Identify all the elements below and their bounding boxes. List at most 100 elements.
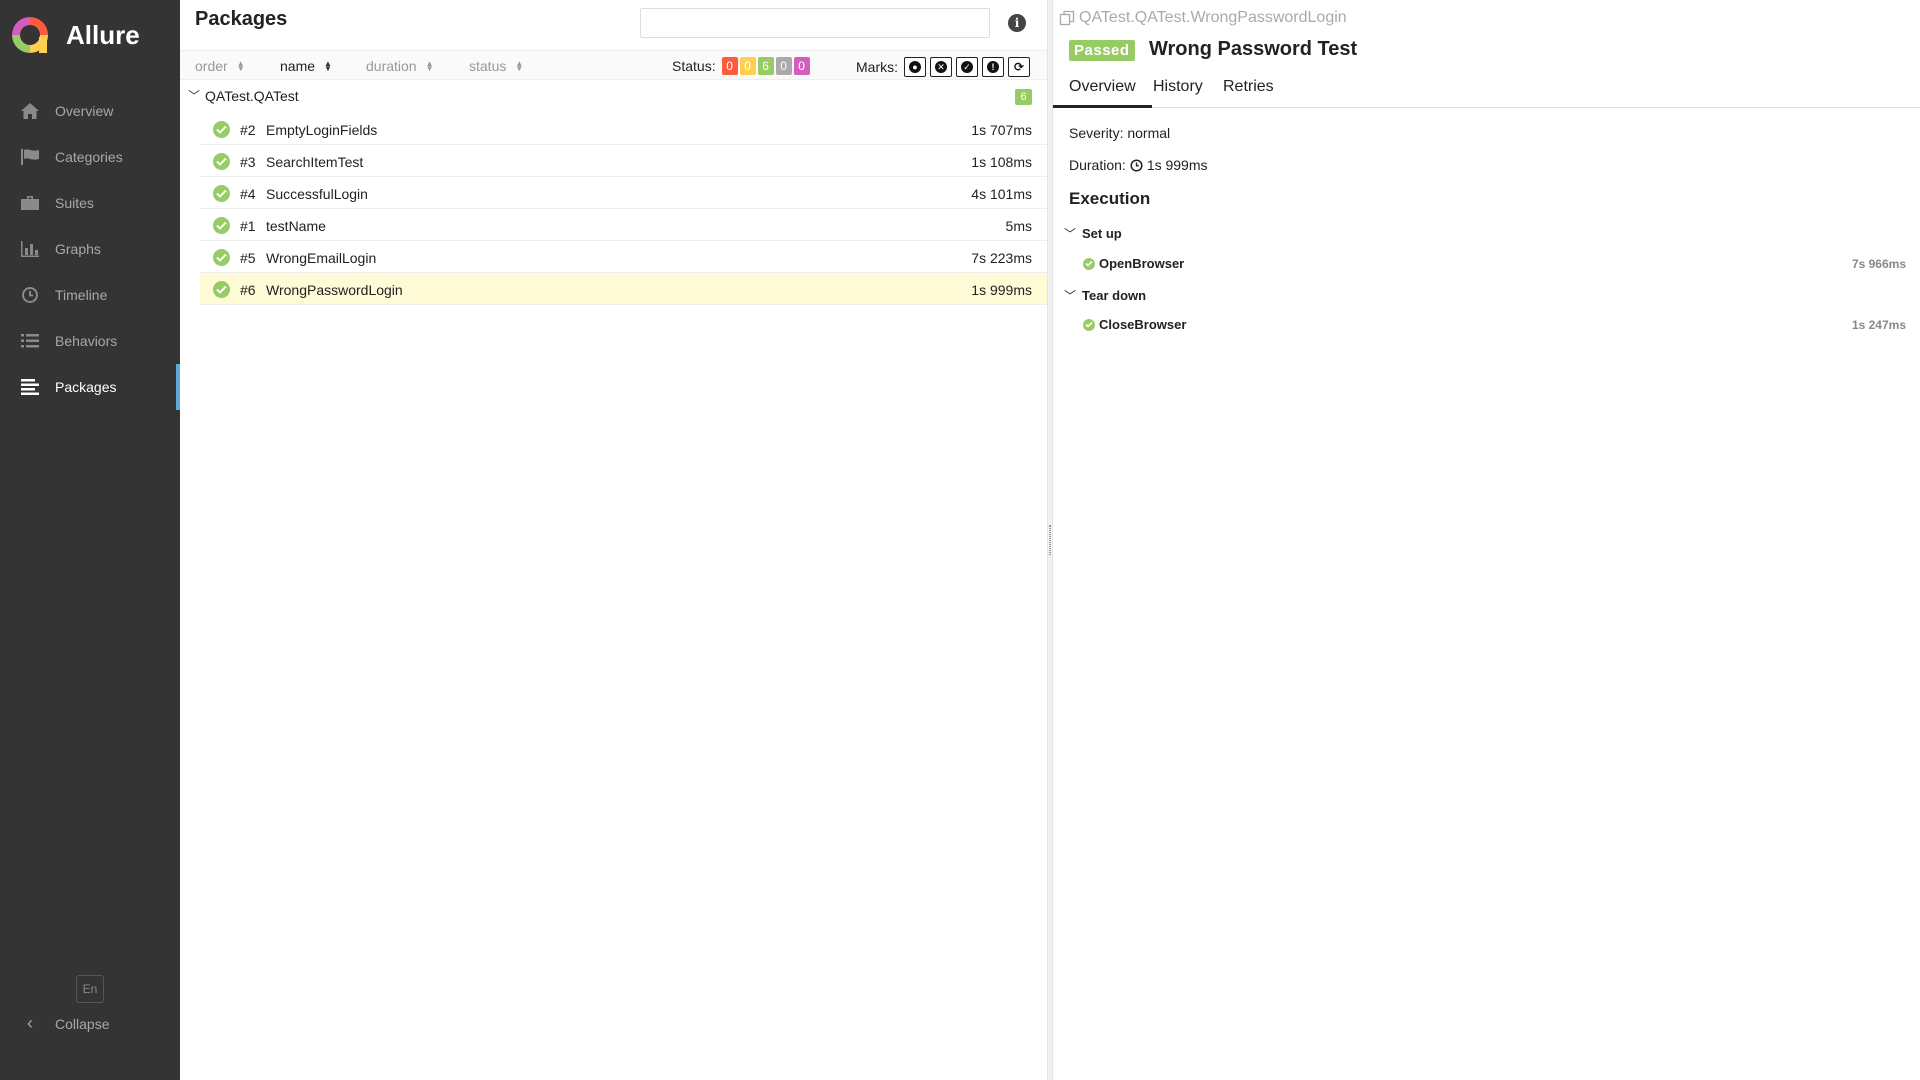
test-name: SuccessfulLogin [266, 186, 368, 202]
new-broken-toggle[interactable]: ! [982, 57, 1004, 77]
test-number: #4 [240, 186, 256, 202]
step-name: OpenBrowser [1099, 256, 1185, 271]
list-icon [19, 330, 41, 352]
sort-by-status[interactable]: status ▲ ▼ [469, 58, 523, 74]
status-skipped-toggle[interactable]: 0 [775, 57, 792, 75]
group-name: QATest.QATest [205, 88, 299, 104]
passed-check-icon [213, 281, 230, 298]
sort-arrows-icon: ▲ ▼ [324, 59, 332, 73]
test-row-selected[interactable]: #6 WrongPasswordLogin 1s 999ms [200, 273, 1047, 305]
sidebar-item-packages[interactable]: Packages [0, 364, 180, 410]
sort-label: status [469, 58, 507, 74]
retries-toggle[interactable]: ⟳ [1008, 57, 1030, 77]
sidebar-item-label: Categories [55, 149, 123, 165]
sort-label: duration [366, 58, 417, 74]
severity-label: Severity: [1069, 125, 1124, 141]
sidebar-item-behaviors[interactable]: Behaviors [0, 318, 180, 364]
search-input[interactable] [640, 8, 990, 38]
language-switcher[interactable]: En [76, 975, 104, 1003]
setup-step[interactable]: OpenBrowser 7s 966ms [1083, 256, 1913, 271]
sidebar-item-suites[interactable]: Suites [0, 180, 180, 226]
setup-stage-toggle[interactable]: ﹀ Set up [1064, 225, 1122, 242]
collapse-label: Collapse [55, 1015, 110, 1032]
passed-check-icon [213, 153, 230, 170]
status-broken-toggle[interactable]: 0 [739, 57, 756, 75]
status-passed-toggle[interactable]: 6 [757, 57, 774, 75]
test-duration: 1s 108ms [971, 154, 1032, 170]
retries-icon: ⟳ [1013, 60, 1025, 74]
sort-by-order[interactable]: order ▲ ▼ [195, 58, 245, 74]
chevron-down-icon: ﹀ [188, 89, 201, 103]
test-duration: 7s 223ms [971, 250, 1032, 266]
test-duration: 4s 101ms [971, 186, 1032, 202]
new-failed-icon: ✕ [935, 61, 947, 73]
sidebar-item-graphs[interactable]: Graphs [0, 226, 180, 272]
sidebar-item-label: Graphs [55, 241, 101, 257]
chevron-down-icon: ﹀ [1064, 289, 1077, 303]
sidebar-item-timeline[interactable]: Timeline [0, 272, 180, 318]
status-filter-label: Status: [672, 58, 716, 74]
brand[interactable]: Allure [10, 15, 140, 55]
package-group-header[interactable]: ﹀ QATest.QATest 6 [180, 82, 1047, 110]
passed-check-icon [213, 217, 230, 234]
group-count-badge: 6 [1015, 89, 1032, 105]
test-row[interactable]: #4 SuccessfulLogin 4s 101ms [200, 177, 1047, 209]
sidebar-item-overview[interactable]: Overview [0, 88, 180, 134]
marks-filter: Marks: ● ✕ ✓ ! ⟳ [856, 57, 1034, 77]
tab-retries[interactable]: Retries [1207, 78, 1290, 108]
marks-filter-label: Marks: [856, 59, 898, 75]
test-duration: 5ms [1005, 218, 1032, 234]
clock-icon [19, 284, 41, 306]
test-title: Wrong Password Test [1149, 38, 1358, 60]
chevron-left-icon: ‹ [27, 1013, 33, 1033]
sort-by-duration[interactable]: duration ▲ ▼ [366, 58, 434, 74]
packages-pane: Packages i order ▲ ▼ name ▲ ▼ duration ▲ ▼ … [180, 0, 1047, 1080]
sort-arrows-icon: ▲ ▼ [236, 59, 245, 73]
sort-bar: order ▲ ▼ name ▲ ▼ duration ▲ ▼ status ▲ ▼ S… [180, 50, 1047, 80]
detail-tabs: Overview History Retries [1053, 76, 1920, 108]
copy-icon[interactable] [1059, 10, 1075, 26]
sidebar-item-label: Overview [55, 103, 114, 119]
status-unknown-toggle[interactable]: 0 [793, 57, 810, 75]
flaky-toggle[interactable]: ● [904, 57, 926, 77]
sidebar: Allure Overview Categories Suites Graphs… [0, 0, 180, 1080]
test-path: QATest.QATest.WrongPasswordLogin [1059, 9, 1347, 27]
step-duration: 1s 247ms [1851, 317, 1906, 332]
sort-label: order [195, 58, 228, 74]
clock-icon [1130, 158, 1143, 172]
sidebar-item-label: Packages [55, 379, 117, 395]
test-row[interactable]: #2 EmptyLoginFields 1s 707ms [200, 113, 1047, 145]
new-passed-toggle[interactable]: ✓ [956, 57, 978, 77]
duration-label: Duration: [1069, 157, 1126, 173]
teardown-step[interactable]: CloseBrowser 1s 247ms [1083, 317, 1913, 332]
test-detail-pane: QATest.QATest.WrongPasswordLogin Passed … [1053, 0, 1920, 1080]
test-row[interactable]: #1 testName 5ms [200, 209, 1047, 241]
passed-check-icon [213, 249, 230, 266]
test-name: WrongPasswordLogin [266, 282, 403, 298]
status-badge: Passed [1069, 40, 1135, 61]
new-failed-toggle[interactable]: ✕ [930, 57, 952, 77]
app-name: Allure [66, 19, 140, 50]
collapse-button[interactable]: ‹ Collapse [19, 1013, 109, 1034]
test-number: #2 [240, 122, 256, 138]
teardown-stage-toggle[interactable]: ﹀ Tear down [1064, 287, 1146, 304]
test-duration: 1s 999ms [971, 282, 1032, 298]
sidebar-item-label: Timeline [55, 287, 108, 303]
test-duration: 1s 707ms [971, 122, 1032, 138]
home-icon [19, 100, 41, 122]
duration-value: 1s 999ms [1146, 157, 1208, 173]
test-row[interactable]: #5 WrongEmailLogin 7s 223ms [200, 241, 1047, 273]
sort-label: name [280, 58, 316, 74]
info-icon[interactable]: i [1008, 14, 1026, 32]
sidebar-nav: Overview Categories Suites Graphs Timeli… [0, 88, 180, 410]
splitter-grip-icon [1049, 525, 1051, 555]
test-number: #5 [240, 250, 256, 266]
sort-by-name[interactable]: name ▲ ▼ [280, 58, 332, 74]
sidebar-item-categories[interactable]: Categories [0, 134, 180, 180]
test-number: #6 [240, 282, 256, 298]
stage-label: Set up [1082, 226, 1122, 241]
sort-arrows-icon: ▲ ▼ [515, 59, 524, 73]
test-full-name: QATest.QATest.WrongPasswordLogin [1079, 9, 1347, 26]
test-row[interactable]: #3 SearchItemTest 1s 108ms [200, 145, 1047, 177]
status-failed-toggle[interactable]: 0 [721, 57, 738, 75]
